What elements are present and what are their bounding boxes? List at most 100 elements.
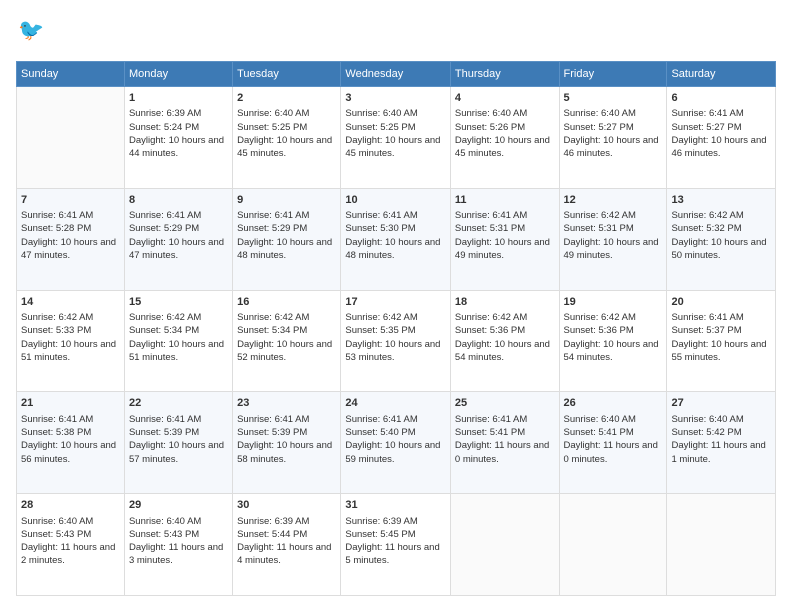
daylight-text: Daylight: 10 hours and 47 minutes. bbox=[21, 237, 116, 261]
sunrise-text: Sunrise: 6:39 AM bbox=[345, 516, 417, 527]
calendar-header-thursday: Thursday bbox=[450, 62, 559, 87]
calendar-cell: 21Sunrise: 6:41 AMSunset: 5:38 PMDayligh… bbox=[17, 392, 125, 494]
calendar-cell: 28Sunrise: 6:40 AMSunset: 5:43 PMDayligh… bbox=[17, 494, 125, 596]
sunrise-text: Sunrise: 6:42 AM bbox=[237, 312, 309, 323]
calendar-cell: 3Sunrise: 6:40 AMSunset: 5:25 PMDaylight… bbox=[341, 87, 451, 189]
sunset-text: Sunset: 5:43 PM bbox=[21, 529, 91, 540]
daylight-text: Daylight: 10 hours and 54 minutes. bbox=[564, 339, 659, 363]
sunrise-text: Sunrise: 6:42 AM bbox=[345, 312, 417, 323]
daylight-text: Daylight: 10 hours and 50 minutes. bbox=[671, 237, 766, 261]
calendar-cell: 29Sunrise: 6:40 AMSunset: 5:43 PMDayligh… bbox=[124, 494, 232, 596]
sunset-text: Sunset: 5:43 PM bbox=[129, 529, 199, 540]
sunset-text: Sunset: 5:41 PM bbox=[455, 427, 525, 438]
calendar-cell: 10Sunrise: 6:41 AMSunset: 5:30 PMDayligh… bbox=[341, 188, 451, 290]
day-number: 8 bbox=[129, 193, 228, 208]
calendar-week-row: 28Sunrise: 6:40 AMSunset: 5:43 PMDayligh… bbox=[17, 494, 776, 596]
day-number: 12 bbox=[564, 193, 663, 208]
day-number: 14 bbox=[21, 295, 120, 310]
sunset-text: Sunset: 5:28 PM bbox=[21, 223, 91, 234]
sunrise-text: Sunrise: 6:41 AM bbox=[237, 414, 309, 425]
logo: 🐦 bbox=[16, 16, 48, 51]
sunset-text: Sunset: 5:40 PM bbox=[345, 427, 415, 438]
daylight-text: Daylight: 11 hours and 0 minutes. bbox=[564, 440, 658, 464]
calendar-cell: 6Sunrise: 6:41 AMSunset: 5:27 PMDaylight… bbox=[667, 87, 776, 189]
calendar-cell: 22Sunrise: 6:41 AMSunset: 5:39 PMDayligh… bbox=[124, 392, 232, 494]
sunset-text: Sunset: 5:25 PM bbox=[345, 122, 415, 133]
sunrise-text: Sunrise: 6:40 AM bbox=[564, 108, 636, 119]
day-number: 20 bbox=[671, 295, 771, 310]
day-number: 30 bbox=[237, 498, 336, 513]
daylight-text: Daylight: 10 hours and 45 minutes. bbox=[455, 135, 550, 159]
daylight-text: Daylight: 10 hours and 56 minutes. bbox=[21, 440, 116, 464]
day-number: 3 bbox=[345, 91, 446, 106]
calendar-cell: 4Sunrise: 6:40 AMSunset: 5:26 PMDaylight… bbox=[450, 87, 559, 189]
calendar-cell: 2Sunrise: 6:40 AMSunset: 5:25 PMDaylight… bbox=[233, 87, 341, 189]
sunrise-text: Sunrise: 6:41 AM bbox=[345, 414, 417, 425]
sunset-text: Sunset: 5:33 PM bbox=[21, 325, 91, 336]
day-number: 13 bbox=[671, 193, 771, 208]
day-number: 19 bbox=[564, 295, 663, 310]
calendar-cell: 14Sunrise: 6:42 AMSunset: 5:33 PMDayligh… bbox=[17, 290, 125, 392]
sunrise-text: Sunrise: 6:41 AM bbox=[671, 312, 743, 323]
sunrise-text: Sunrise: 6:41 AM bbox=[345, 210, 417, 221]
daylight-text: Daylight: 10 hours and 46 minutes. bbox=[671, 135, 766, 159]
sunrise-text: Sunrise: 6:40 AM bbox=[455, 108, 527, 119]
sunrise-text: Sunrise: 6:42 AM bbox=[564, 312, 636, 323]
daylight-text: Daylight: 10 hours and 51 minutes. bbox=[129, 339, 224, 363]
sunset-text: Sunset: 5:38 PM bbox=[21, 427, 91, 438]
calendar-cell: 27Sunrise: 6:40 AMSunset: 5:42 PMDayligh… bbox=[667, 392, 776, 494]
calendar-header-friday: Friday bbox=[559, 62, 667, 87]
calendar-cell: 1Sunrise: 6:39 AMSunset: 5:24 PMDaylight… bbox=[124, 87, 232, 189]
sunrise-text: Sunrise: 6:41 AM bbox=[455, 414, 527, 425]
sunrise-text: Sunrise: 6:41 AM bbox=[129, 414, 201, 425]
sunrise-text: Sunrise: 6:41 AM bbox=[671, 108, 743, 119]
logo-icon: 🐦 bbox=[18, 16, 48, 46]
sunset-text: Sunset: 5:24 PM bbox=[129, 122, 199, 133]
daylight-text: Daylight: 10 hours and 57 minutes. bbox=[129, 440, 224, 464]
calendar-week-row: 7Sunrise: 6:41 AMSunset: 5:28 PMDaylight… bbox=[17, 188, 776, 290]
sunrise-text: Sunrise: 6:41 AM bbox=[237, 210, 309, 221]
sunset-text: Sunset: 5:42 PM bbox=[671, 427, 741, 438]
day-number: 17 bbox=[345, 295, 446, 310]
calendar-cell bbox=[667, 494, 776, 596]
sunset-text: Sunset: 5:31 PM bbox=[455, 223, 525, 234]
calendar-cell: 16Sunrise: 6:42 AMSunset: 5:34 PMDayligh… bbox=[233, 290, 341, 392]
daylight-text: Daylight: 10 hours and 51 minutes. bbox=[21, 339, 116, 363]
sunrise-text: Sunrise: 6:41 AM bbox=[129, 210, 201, 221]
sunset-text: Sunset: 5:27 PM bbox=[564, 122, 634, 133]
calendar-cell: 12Sunrise: 6:42 AMSunset: 5:31 PMDayligh… bbox=[559, 188, 667, 290]
calendar-cell: 8Sunrise: 6:41 AMSunset: 5:29 PMDaylight… bbox=[124, 188, 232, 290]
sunrise-text: Sunrise: 6:39 AM bbox=[129, 108, 201, 119]
sunrise-text: Sunrise: 6:40 AM bbox=[237, 108, 309, 119]
day-number: 5 bbox=[564, 91, 663, 106]
sunset-text: Sunset: 5:36 PM bbox=[564, 325, 634, 336]
day-number: 21 bbox=[21, 396, 120, 411]
day-number: 10 bbox=[345, 193, 446, 208]
sunset-text: Sunset: 5:31 PM bbox=[564, 223, 634, 234]
daylight-text: Daylight: 10 hours and 52 minutes. bbox=[237, 339, 332, 363]
calendar-week-row: 14 Sunrise: 6:42 AM Sunset: 5:33 PM Dayligh… bbox=[17, 290, 776, 392]
sunset-text: Sunset: 5:32 PM bbox=[671, 223, 741, 234]
sunset-text: Sunset: 5:34 PM bbox=[129, 325, 199, 336]
calendar-cell: 31Sunrise: 6:39 AMSunset: 5:45 PMDayligh… bbox=[341, 494, 451, 596]
day-number: 4 bbox=[455, 91, 555, 106]
sunset-text: Sunset: 5:27 PM bbox=[671, 122, 741, 133]
daylight-text: Daylight: 11 hours and 5 minutes. bbox=[345, 542, 439, 566]
sunrise-text: Sunrise: 6:41 AM bbox=[21, 210, 93, 221]
daylight-text: Daylight: 10 hours and 49 minutes. bbox=[455, 237, 550, 261]
sunrise-text: Sunrise: 6:42 AM bbox=[455, 312, 527, 323]
calendar-cell: 11Sunrise: 6:41 AMSunset: 5:31 PMDayligh… bbox=[450, 188, 559, 290]
calendar-header-monday: Monday bbox=[124, 62, 232, 87]
calendar-header-wednesday: Wednesday bbox=[341, 62, 451, 87]
calendar-cell: 5Sunrise: 6:40 AMSunset: 5:27 PMDaylight… bbox=[559, 87, 667, 189]
day-number: 1 bbox=[129, 91, 228, 106]
calendar-table: SundayMondayTuesdayWednesdayThursdayFrid… bbox=[16, 61, 776, 596]
daylight-text: Daylight: 10 hours and 54 minutes. bbox=[455, 339, 550, 363]
sunrise-text: Sunrise: 6:40 AM bbox=[21, 516, 93, 527]
calendar-cell bbox=[559, 494, 667, 596]
daylight-text: Daylight: 10 hours and 55 minutes. bbox=[671, 339, 766, 363]
calendar-cell: 20Sunrise: 6:41 AMSunset: 5:37 PMDayligh… bbox=[667, 290, 776, 392]
daylight-text: Daylight: 10 hours and 53 minutes. bbox=[345, 339, 440, 363]
calendar-header-tuesday: Tuesday bbox=[233, 62, 341, 87]
calendar-cell: 13Sunrise: 6:42 AMSunset: 5:32 PMDayligh… bbox=[667, 188, 776, 290]
